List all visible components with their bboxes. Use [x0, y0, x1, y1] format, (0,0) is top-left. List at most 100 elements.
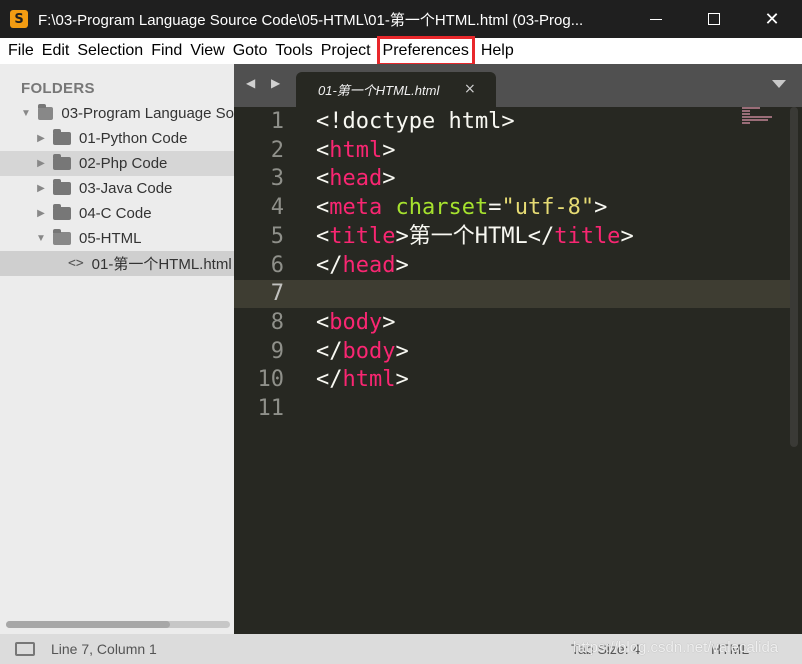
- code-line[interactable]: 6 </head>: [234, 252, 794, 280]
- code-line[interactable]: 1 <!doctype html>: [234, 108, 794, 136]
- line-number: 11: [257, 396, 285, 421]
- code-token: title: [329, 223, 396, 249]
- folder-icon: [53, 154, 71, 170]
- code-token: body: [342, 338, 396, 364]
- code-line[interactable]: 9 </body>: [234, 338, 794, 366]
- line-number: 9: [270, 338, 284, 364]
- menu-help[interactable]: Help: [477, 38, 518, 64]
- chevron-down-icon[interactable]: ▼: [21, 108, 31, 119]
- code-line[interactable]: 5 <title>第一个HTML</title>: [234, 223, 794, 251]
- menu-edit[interactable]: Edit: [38, 38, 74, 64]
- folder-open-icon: [53, 229, 71, 245]
- chevron-right-icon[interactable]: ▶: [36, 158, 46, 169]
- code-text: <body>: [316, 309, 395, 337]
- tree-label: 03-Program Language So: [61, 105, 234, 122]
- tree-file-html[interactable]: <> 01-第一个HTML.html: [0, 251, 234, 276]
- tree-folder-root[interactable]: ▼ 03-Program Language So: [0, 101, 234, 126]
- chevron-right-icon[interactable]: ▶: [36, 208, 46, 219]
- minimap[interactable]: [742, 107, 782, 137]
- code-token: head: [329, 166, 383, 192]
- tree-label: 04-C Code: [79, 205, 152, 222]
- tree-folder-python[interactable]: ▶ 01-Python Code: [0, 126, 234, 151]
- code-line[interactable]: 7: [234, 280, 794, 309]
- folder-icon: [53, 204, 71, 220]
- code-editor[interactable]: 1 <!doctype html> 2 <html> 3 <head> 4 <meta cha…: [234, 107, 802, 634]
- code-text: <meta charset="utf-8">: [316, 194, 607, 222]
- tab-label: 01-第一个HTML.html: [318, 83, 440, 98]
- close-button[interactable]: ✕: [743, 0, 801, 38]
- folder-open-icon: [37, 104, 54, 120]
- code-line[interactable]: 11: [234, 395, 794, 423]
- code-line[interactable]: 2 <html>: [234, 137, 794, 165]
- panel-toggle-icon[interactable]: [15, 642, 35, 656]
- tree-folder-java[interactable]: ▶ 03-Java Code: [0, 176, 234, 201]
- folders-header: FOLDERS: [21, 80, 95, 97]
- menu-project[interactable]: Project: [317, 38, 375, 64]
- code-token: <: [316, 195, 330, 221]
- code-token: >: [382, 166, 396, 192]
- tab-close-icon[interactable]: ×: [464, 81, 476, 97]
- tab-bar: ◀ ▶ 01-第一个HTML.html ×: [234, 64, 802, 107]
- line-number: 8: [270, 309, 284, 335]
- code-token: </: [316, 338, 343, 364]
- code-token: =: [488, 195, 502, 221]
- minimize-button[interactable]: [627, 0, 685, 38]
- code-token: </: [316, 252, 343, 278]
- tree-folder-c[interactable]: ▶ 04-C Code: [0, 201, 234, 226]
- code-line[interactable]: 8 <body>: [234, 309, 794, 337]
- code-text: <head>: [316, 165, 395, 193]
- tree-label: 01-Python Code: [79, 130, 188, 147]
- menu-find[interactable]: Find: [147, 38, 186, 64]
- menu-tools[interactable]: Tools: [271, 38, 316, 64]
- menu-selection[interactable]: Selection: [73, 38, 147, 64]
- line-number: 2: [270, 137, 284, 163]
- menu-view[interactable]: View: [186, 38, 228, 64]
- sidebar: FOLDERS ▼ 03-Program Language So ▶ 01-Py…: [0, 64, 234, 634]
- menu-file[interactable]: File: [4, 38, 38, 64]
- code-token: <: [316, 309, 330, 335]
- tree-label: 03-Java Code: [79, 180, 173, 197]
- code-line[interactable]: 10 </html>: [234, 366, 794, 394]
- chevron-down-icon[interactable]: ▼: [36, 233, 46, 244]
- code-token: title: [554, 223, 621, 249]
- sublime-text-icon: S: [10, 10, 28, 28]
- line-number: 5: [270, 223, 284, 249]
- code-line[interactable]: 3 <head>: [234, 165, 794, 193]
- menu-preferences[interactable]: Preferences: [376, 36, 475, 66]
- chevron-right-icon[interactable]: ▶: [36, 133, 46, 144]
- code-text: </body>: [316, 338, 409, 366]
- code-token: "utf-8": [501, 195, 595, 221]
- code-token: <: [316, 223, 330, 249]
- code-token: html: [342, 367, 396, 393]
- editor-vertical-scrollbar[interactable]: [790, 107, 798, 447]
- tab-nav-arrows-icon[interactable]: ◀ ▶: [246, 76, 286, 90]
- tree-label: 05-HTML: [79, 230, 142, 247]
- code-token: >第一个HTML</: [395, 223, 555, 249]
- window-title: F:\03-Program Language Source Code\05-HT…: [38, 11, 584, 29]
- code-file-icon: <>: [68, 256, 84, 271]
- tree-folder-php[interactable]: ▶ 02-Php Code: [0, 151, 234, 176]
- code-token: <: [316, 166, 330, 192]
- maximize-button[interactable]: [685, 0, 743, 38]
- code-line[interactable]: 4 <meta charset="utf-8">: [234, 194, 794, 222]
- menu-goto[interactable]: Goto: [229, 38, 272, 64]
- tab-active-file[interactable]: 01-第一个HTML.html ×: [296, 72, 496, 107]
- chevron-right-icon[interactable]: ▶: [36, 183, 46, 194]
- scrollbar-thumb[interactable]: [6, 621, 170, 628]
- code-token: meta: [329, 195, 383, 221]
- code-token: <: [316, 137, 330, 163]
- code-token: >: [594, 195, 608, 221]
- tree-folder-html[interactable]: ▼ 05-HTML: [0, 226, 234, 251]
- sidebar-horizontal-scrollbar[interactable]: [6, 621, 230, 628]
- code-text: <html>: [316, 137, 395, 165]
- folder-icon: [53, 129, 71, 145]
- code-token: >: [395, 338, 409, 364]
- code-text: </head>: [316, 252, 409, 280]
- watermark: https://blog.csdn.net/valecalida: [573, 639, 779, 656]
- code-text: <title>第一个HTML</title>: [316, 223, 634, 251]
- tab-dropdown-icon[interactable]: [772, 80, 786, 88]
- line-number: 1: [270, 109, 284, 134]
- line-number: 3: [270, 166, 284, 192]
- code-token: </: [316, 367, 343, 393]
- code-token: charset: [395, 195, 489, 221]
